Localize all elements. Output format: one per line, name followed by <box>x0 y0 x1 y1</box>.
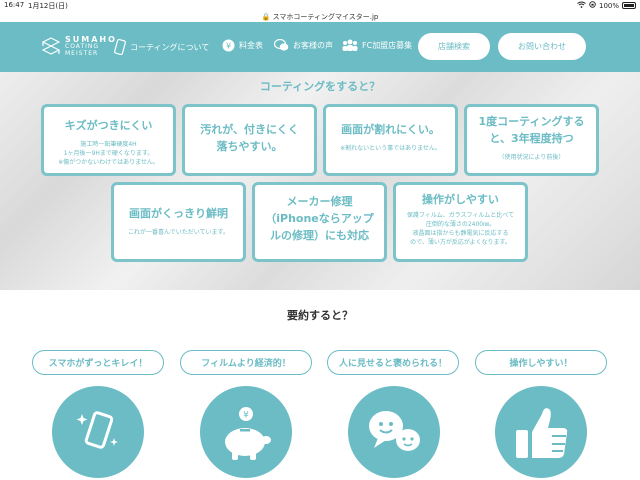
benefit-card: 画面が割れにくい。 ※割れないという事ではありません。 <box>323 104 458 176</box>
status-right: 100% <box>577 1 636 10</box>
benefit-card: 汚れが、付きにくく 落ちやすい。 <box>182 104 317 176</box>
battery-percent: 100% <box>598 1 619 10</box>
benefit-card: 操作がしやすい 保護フィルム、ガラスフィルムと比べて 圧倒的な薄さの2400㎚。… <box>393 182 528 262</box>
logo-text: SUMAHO COATING MEISTER <box>65 35 117 58</box>
logo-line1: SUMAHO <box>65 35 117 44</box>
nav-item-fc[interactable]: FC加盟店募集 <box>342 39 412 51</box>
benefit-subtext-line: ※傷がつかないわけではありません。 <box>58 159 159 166</box>
benefit-subtext-line: 液晶面は指からも静電気に反応する <box>412 230 509 237</box>
nav-item-label: 料金表 <box>239 41 263 50</box>
url-text: スマホコーティングマイスター.jp <box>272 13 379 21</box>
benefit-subtext-line: 1ヶ月後ー9Hまで硬くなります。 <box>63 150 154 157</box>
nav-item-coating[interactable]: コーティングについて <box>114 39 209 55</box>
nav-item-label: お客様の声 <box>293 41 333 50</box>
site-logo[interactable]: SUMAHO COATING MEISTER <box>42 36 117 57</box>
benefit-subtext-line: ので、薄い方が反応がよくなります。 <box>410 239 511 246</box>
battery-icon <box>622 2 636 9</box>
status-date: 1月12日(日) <box>28 2 68 10</box>
piggy-bank-icon: ¥ <box>200 386 292 478</box>
benefit-subtext-line: 保護フィルム、ガラスフィルムと比べて <box>406 212 515 219</box>
logo-line2: COATING <box>65 43 100 50</box>
store-search-button[interactable]: 店舗検索 <box>418 33 490 60</box>
svg-text:¥: ¥ <box>226 42 231 51</box>
benefit-title: 画面がくっきり鮮明 <box>129 207 228 220</box>
address-bar[interactable]: 🔒 スマホコーティングマイスター.jp <box>0 12 640 22</box>
nav-item-label: FC加盟店募集 <box>362 40 413 50</box>
benefit-card: 1度コーティングする と、3年程度持つ （使用状況により前後） <box>464 104 599 176</box>
status-bar: 16:47 1月12日(日) 100% <box>0 0 640 12</box>
benefits-title: コーティングをすると？ <box>259 80 381 93</box>
speech-bubble-icon <box>274 39 289 51</box>
summary-pill: 操作しやすい！ <box>475 350 607 375</box>
people-icon <box>342 39 358 51</box>
yen-icon: ¥ <box>222 39 235 52</box>
chat-faces-icon <box>348 386 440 478</box>
sparkling-phone-icon <box>52 386 144 478</box>
benefit-subtext: ※割れないという事ではありません。 <box>340 145 441 152</box>
benefit-title-line: 1度コーティングする <box>478 115 585 128</box>
benefit-subtext: （使用状況により前後） <box>498 154 565 161</box>
thumbs-up-icon <box>495 386 587 478</box>
benefit-subtext-line: 圧倒的な薄さの2400㎚。 <box>425 221 496 228</box>
rotation-lock-icon <box>589 1 596 10</box>
benefit-title: 画面が割れにくい。 <box>341 123 440 136</box>
benefit-title: 操作がしやすい <box>422 193 499 206</box>
benefit-subtext: これが一番喜んでいただいています。 <box>128 229 229 236</box>
summary-pill: 人に見せると褒められる！ <box>327 350 459 375</box>
benefit-subtext: 保護フィルム、ガラスフィルムと比べて 圧倒的な薄さの2400㎚。 液晶面は指から… <box>396 211 525 247</box>
benefit-title-line: （iPhoneならアップ <box>265 212 374 225</box>
logo-line3: MEISTER <box>65 50 99 57</box>
nav-item-label: コーティングについて <box>130 42 210 52</box>
lock-icon: 🔒 <box>261 13 271 21</box>
status-time: 16:47 <box>4 1 25 9</box>
benefit-card: 画面がくっきり鮮明 これが一番喜んでいただいています。 <box>111 182 246 262</box>
wifi-icon <box>577 1 586 10</box>
nav-item-pricing[interactable]: ¥ 料金表 <box>222 39 263 52</box>
summary-pill: スマホがずっとキレイ！ <box>32 350 164 375</box>
benefit-title-line: ルの修理）にも対応 <box>270 229 369 242</box>
benefit-subtext-line: 施工時ー鉛筆硬度4H <box>80 141 137 148</box>
svg-text:¥: ¥ <box>243 411 249 421</box>
benefit-card: メーカー修理 （iPhoneならアップ ルの修理）にも対応 <box>252 182 387 262</box>
logo-mark-icon <box>42 36 60 55</box>
benefit-title-line: 落ちやすい。 <box>216 140 283 153</box>
contact-button[interactable]: お問い合わせ <box>498 33 586 60</box>
site-header: SUMAHO COATING MEISTER コーティングについて ¥ 料金表 … <box>0 22 640 72</box>
benefit-title-line: メーカー修理 <box>286 195 353 208</box>
phone-icon <box>114 39 126 55</box>
summary-pill: フィルムより経済的！ <box>180 350 312 375</box>
benefits-section: コーティングをすると？ キズがつきにくい 施工時ー鉛筆硬度4H 1ヶ月後ー9Hま… <box>0 72 640 290</box>
benefit-title-line: と、3年程度持つ <box>489 132 574 145</box>
benefit-subtext: 施工時ー鉛筆硬度4H 1ヶ月後ー9Hまで硬くなります。 ※傷がつかないわけではあ… <box>44 140 173 167</box>
benefit-card: キズがつきにくい 施工時ー鉛筆硬度4H 1ヶ月後ー9Hまで硬くなります。 ※傷が… <box>41 104 176 176</box>
nav-item-voice[interactable]: お客様の声 <box>274 39 333 52</box>
benefit-title: キズがつきにくい <box>64 119 153 132</box>
benefit-title-line: 汚れが、付きにくく <box>200 123 299 136</box>
summary-title: 要約すると？ <box>287 309 353 322</box>
